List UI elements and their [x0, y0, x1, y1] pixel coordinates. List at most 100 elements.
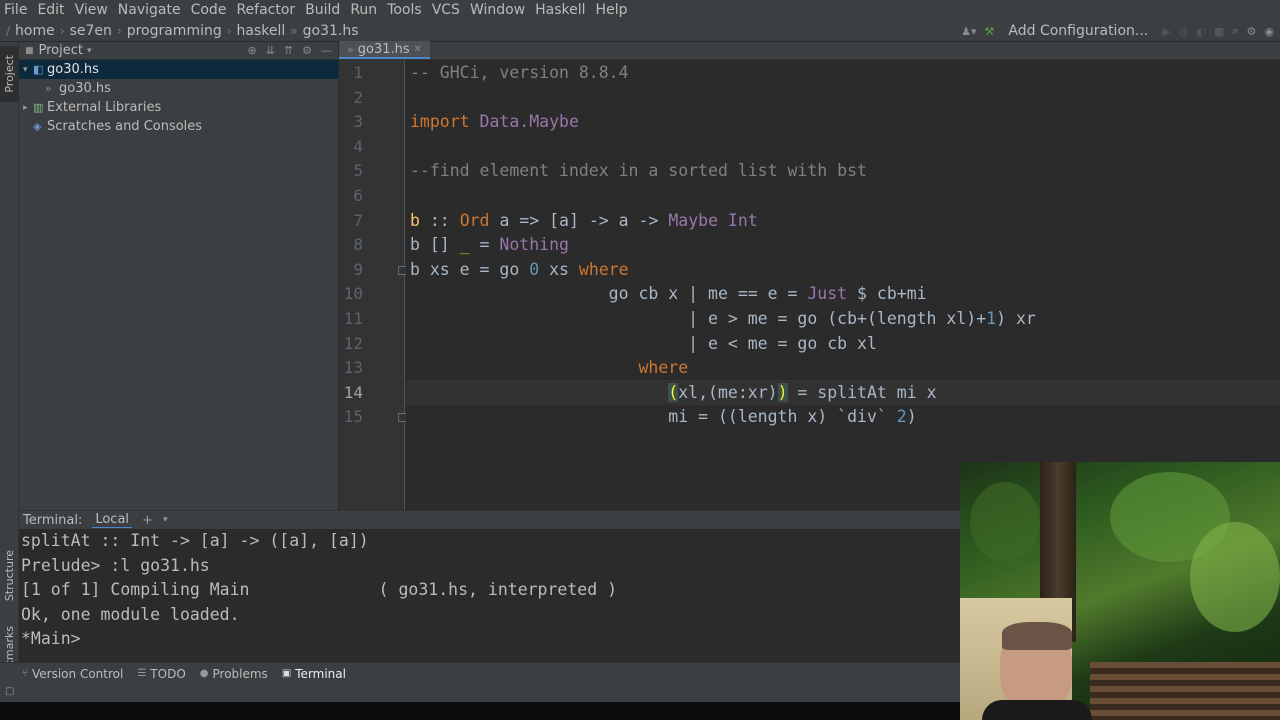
editor-gutter[interactable]: 1 2 3 4 5 6 7 8 9 10 11 12 13 14 15 — [339, 60, 407, 510]
terminal-button[interactable]: ▣ Terminal — [282, 667, 346, 681]
status-icon[interactable]: ▢ — [5, 686, 14, 697]
locate-icon[interactable]: ⊕ — [247, 44, 256, 57]
menu-navigate[interactable]: Navigate — [114, 0, 187, 20]
code-editor[interactable]: -- GHCi, version 8.8.4 import Data.Maybe -… — [406, 60, 1280, 510]
code-token: go cb x | me == e = — [410, 284, 808, 304]
debug-icon[interactable]: ◍ — [1179, 25, 1189, 38]
search-icon[interactable]: ⌕ — [1232, 24, 1238, 38]
version-control-label: Version Control — [32, 666, 124, 681]
line-number: 5 — [353, 161, 363, 181]
chevron-right-icon[interactable]: ▸ — [23, 103, 33, 113]
menu-haskell[interactable]: Haskell — [531, 0, 591, 20]
expand-all-icon[interactable]: ⇊ — [266, 44, 275, 57]
code-line: b [] _ = Nothing — [410, 233, 569, 258]
terminal-panel[interactable]: Terminal: Local + ▾ splitAt :: Int -> [a… — [19, 510, 960, 662]
menu-view[interactable]: View — [71, 0, 114, 20]
code-line: mi = ((length x) `div` 2) — [410, 405, 916, 430]
editor-tab-label: go31.hs — [357, 41, 410, 57]
park-bench — [1090, 662, 1280, 720]
tree-item-label: go30.hs — [59, 81, 111, 96]
tab-structure[interactable]: Structure — [0, 542, 19, 610]
menu-build[interactable]: Build — [301, 0, 346, 20]
run-icon[interactable]: ▶ — [1162, 25, 1170, 38]
tree-item-go30-file[interactable]: » go30.hs — [19, 79, 338, 98]
add-configuration-button[interactable]: Add Configuration... — [1002, 23, 1154, 39]
plugin-icon[interactable]: ◉ — [1264, 25, 1274, 38]
code-token: -- GHCi, version 8.8.4 — [410, 63, 629, 82]
gear-icon[interactable]: ⚙ — [1247, 25, 1257, 38]
menu-tools[interactable]: Tools — [383, 0, 428, 20]
code-line: b xs e = go 0 xs where — [410, 258, 629, 283]
editor-tab-go31[interactable]: » go31.hs ✕ — [339, 41, 431, 59]
tree-item-external-libraries[interactable]: ▸ ▥ External Libraries — [19, 98, 338, 117]
code-line: import Data.Maybe — [410, 110, 579, 135]
add-tab-icon[interactable]: + — [142, 513, 153, 528]
user-icon[interactable]: ♟▾ — [961, 25, 976, 38]
webcam-overlay — [960, 462, 1280, 720]
terminal-output[interactable]: splitAt :: Int -> [a] -> ([a], [a]) Prelu… — [19, 529, 960, 652]
terminal-tab-local[interactable]: Local — [92, 512, 133, 528]
line-number: 7 — [353, 210, 363, 230]
code-token: Ord — [459, 210, 500, 230]
code-token: _ — [459, 235, 470, 255]
todo-button[interactable]: ☰ TODO — [137, 667, 185, 681]
chevron-down-icon[interactable]: ▾ — [87, 46, 92, 56]
chevron-down-icon[interactable]: ▾ — [23, 65, 33, 75]
breadcrumb-home[interactable]: home — [12, 23, 58, 39]
menu-file[interactable]: File — [0, 0, 33, 20]
haskell-file-icon: » — [347, 42, 354, 56]
build-hammer-icon[interactable]: ⚒ — [985, 25, 995, 38]
terminal-icon: ▣ — [281, 668, 292, 679]
code-token: | e > me = go (cb+(length xl)+ — [410, 309, 987, 328]
menu-refactor[interactable]: Refactor — [232, 0, 301, 20]
toolbar-right: ♟▾ ⚒ Add Configuration... ▶ ◍ ◐ ■ ⌕ ⚙ ◉ — [961, 20, 1274, 42]
breadcrumb-separator: › — [226, 23, 232, 38]
version-control-button[interactable]: ⑂ Version Control — [22, 667, 123, 681]
code-token: a => [a] -> a -> — [499, 210, 669, 230]
line-number: 6 — [353, 186, 363, 205]
code-line: (xl,(me:xr)) = splitAt mi x — [410, 381, 937, 406]
tree-item-scratches[interactable]: ◈ Scratches and Consoles — [19, 117, 338, 136]
code-token: ( — [668, 382, 679, 402]
menu-vcs[interactable]: VCS — [428, 0, 466, 20]
menu-help[interactable]: Help — [592, 0, 634, 20]
stop-icon[interactable]: ■ — [1214, 25, 1224, 38]
menu-edit[interactable]: Edit — [33, 0, 70, 20]
chevron-down-icon[interactable]: ▾ — [163, 515, 168, 525]
menu-window[interactable]: Window — [466, 0, 531, 20]
project-square-icon: ■ — [25, 45, 34, 56]
terminal-title: Terminal: — [23, 512, 83, 528]
code-token: | e < me = go cb xl — [410, 333, 877, 353]
breadcrumb-haskell[interactable]: haskell — [234, 23, 289, 39]
gear-icon[interactable]: ⚙ — [302, 44, 312, 57]
navigation-bar: / home › se7en › programming › haskell »… — [0, 20, 1280, 42]
code-token: = splitAt mi x — [787, 382, 937, 402]
tab-project[interactable]: Project — [0, 46, 19, 102]
breadcrumb-programming[interactable]: programming — [124, 23, 225, 39]
code-token: :: — [419, 210, 460, 230]
hide-icon[interactable]: — — [321, 44, 332, 57]
breadcrumb-se7en[interactable]: se7en — [67, 23, 115, 39]
line-number: 14 — [343, 382, 363, 402]
code-token: Maybe Int — [668, 210, 758, 230]
line-number: 8 — [353, 235, 363, 255]
collapse-all-icon[interactable]: ⇈ — [284, 44, 293, 57]
project-title[interactable]: Project — [39, 43, 83, 58]
scratches-icon: ◈ — [33, 120, 42, 133]
code-line: b :: Ord a => [a] -> a -> Maybe Int — [410, 209, 758, 234]
code-token: xs — [539, 259, 579, 279]
close-icon[interactable]: ✕ — [414, 44, 422, 55]
code-token: --find element index in a sorted list wi… — [410, 161, 867, 181]
tree-item-label: go30.hs — [47, 62, 99, 77]
breadcrumb-file[interactable]: go31.hs — [300, 23, 362, 39]
menu-code[interactable]: Code — [187, 0, 233, 20]
editor-tab-bar: » go31.hs ✕ — [339, 41, 1280, 60]
line-number: 9 — [353, 259, 363, 279]
tree-item-go30-folder[interactable]: ▾ ◧ go30.hs — [19, 60, 338, 79]
problems-button[interactable]: ● Problems — [200, 667, 268, 681]
code-line: | e > me = go (cb+(length xl)+1) xr — [410, 307, 1036, 332]
menu-run[interactable]: Run — [346, 0, 383, 20]
coverage-icon[interactable]: ◐ — [1196, 25, 1206, 38]
